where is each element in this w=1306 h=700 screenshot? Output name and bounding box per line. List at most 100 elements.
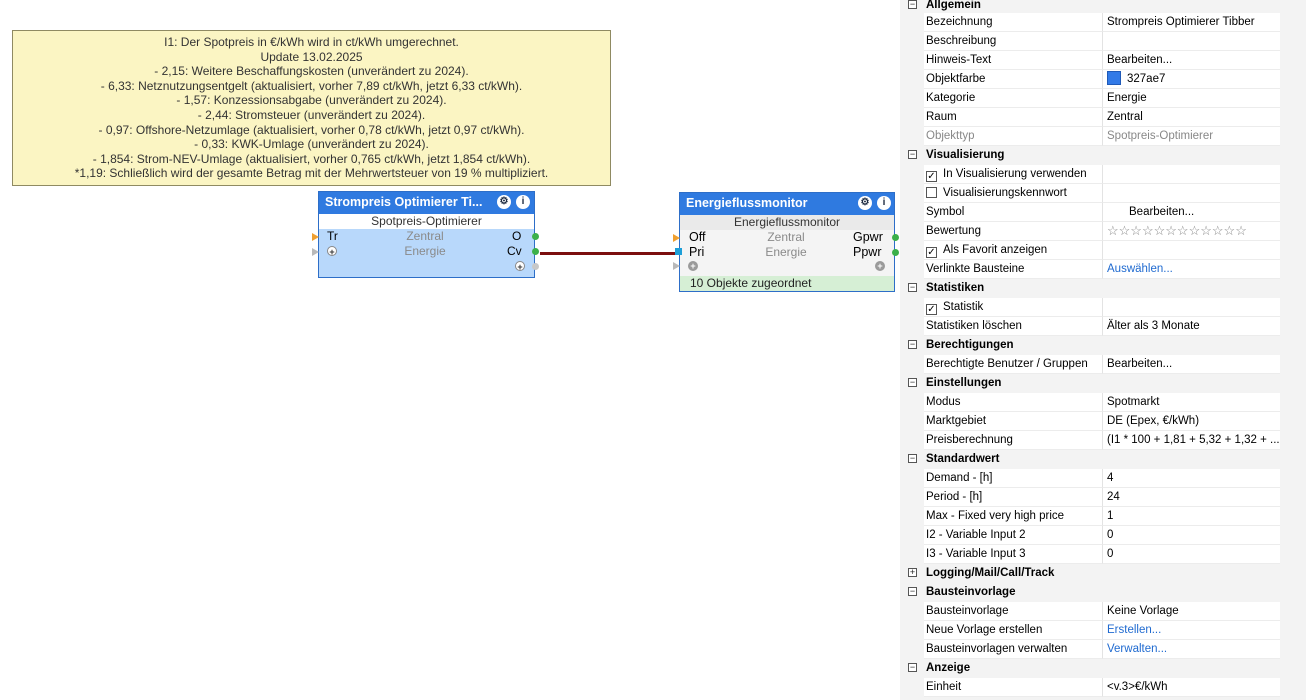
info-icon[interactable]: i — [877, 196, 891, 210]
prop-objektfarbe[interactable]: Objektfarbe 327ae7 — [900, 70, 1280, 89]
prop-value[interactable]: Bearbeiten... — [1102, 355, 1280, 374]
prop-demand[interactable]: Demand - [h] 4 — [900, 469, 1280, 488]
prop-value[interactable]: 4 — [1102, 469, 1280, 488]
comment-note[interactable]: I1: Der Spotpreis in €/kWh wird in ct/kW… — [12, 30, 611, 186]
add-output-icon[interactable]: + — [515, 261, 525, 272]
prop-value[interactable]: DE (Epex, €/kWh) — [1102, 412, 1280, 431]
collapse-icon[interactable]: − — [908, 663, 917, 672]
prop-marktgebiet[interactable]: Marktgebiet DE (Epex, €/kWh) — [900, 412, 1280, 431]
block-header[interactable]: Energieflussmonitor ⚙ i — [680, 193, 894, 215]
info-icon[interactable]: i — [516, 195, 530, 209]
add-output-icon[interactable]: + — [875, 261, 885, 271]
prop-value[interactable]: <v.3>€/kWh — [1102, 678, 1280, 697]
prop-value[interactable]: Keine Vorlage — [1102, 602, 1280, 621]
output-connector-gpwr[interactable] — [892, 234, 899, 241]
prop-raum[interactable]: Raum Zentral — [900, 108, 1280, 127]
prop-beschreibung[interactable]: Beschreibung — [900, 32, 1280, 51]
prop-verlinkte-bausteine[interactable]: Verlinkte Bausteine Auswählen... — [900, 260, 1280, 279]
checkbox-checked[interactable]: ✓ — [926, 247, 937, 258]
collapse-icon[interactable]: − — [908, 454, 917, 463]
rating-stars[interactable]: ☆☆☆☆☆☆☆☆☆☆☆☆ — [1102, 222, 1280, 241]
prop-value[interactable]: 1 — [1102, 507, 1280, 526]
output-connector-o[interactable] — [532, 233, 539, 240]
prop-favorit[interactable]: ✓ Als Favorit anzeigen — [900, 241, 1280, 260]
prop-value[interactable]: Bearbeiten... — [1102, 203, 1280, 222]
prop-statistik[interactable]: ✓ Statistik — [900, 298, 1280, 317]
prop-value[interactable]: Zentral — [1102, 108, 1280, 127]
prop-preisberechnung[interactable]: Preisberechnung (I1 * 100 + 1,81 + 5,32 … — [900, 431, 1280, 450]
output-port-cv[interactable]: Cv — [507, 244, 522, 259]
prop-value[interactable]: 327ae7 — [1102, 70, 1280, 89]
collapse-icon[interactable]: − — [908, 283, 917, 292]
gear-icon[interactable]: ⚙ — [858, 196, 872, 210]
collapse-icon[interactable]: − — [908, 0, 917, 9]
prop-max-fixed[interactable]: Max - Fixed very high price 1 — [900, 507, 1280, 526]
prop-value[interactable]: Strompreis Optimierer Tibber — [1102, 13, 1280, 32]
prop-value[interactable]: Energie — [1102, 89, 1280, 108]
color-swatch[interactable] — [1107, 71, 1121, 85]
output-port-ppwr[interactable]: Ppwr — [853, 245, 881, 260]
output-connector-empty[interactable] — [532, 263, 539, 270]
collapse-icon[interactable]: − — [908, 378, 917, 387]
prop-symbol[interactable]: Symbol Bearbeiten... — [900, 203, 1280, 222]
checkbox-unchecked[interactable] — [926, 187, 937, 198]
assigned-objects-footer[interactable]: 10 Objekte zugeordnet — [680, 276, 894, 291]
input-connector-pri[interactable] — [675, 248, 682, 255]
section-bausteinvorlage[interactable]: − Bausteinvorlage — [900, 583, 1280, 602]
properties-panel[interactable]: − Allgemein Bezeichnung Strompreis Optim… — [900, 0, 1306, 700]
prop-modus[interactable]: Modus Spotmarkt — [900, 393, 1280, 412]
section-visualisierung[interactable]: − Visualisierung — [900, 146, 1280, 165]
prop-hinweis-text[interactable]: Hinweis-Text Bearbeiten... — [900, 51, 1280, 70]
section-logging[interactable]: + Logging/Mail/Call/Track — [900, 564, 1280, 583]
prop-i2[interactable]: I2 - Variable Input 2 0 — [900, 526, 1280, 545]
prop-kategorie[interactable]: Kategorie Energie — [900, 89, 1280, 108]
prop-value[interactable]: 0 — [1102, 545, 1280, 564]
input-port-tr[interactable]: Tr — [327, 229, 338, 244]
section-einstellungen[interactable]: − Einstellungen — [900, 374, 1280, 393]
manage-link[interactable]: Verwalten... — [1102, 640, 1280, 659]
prop-statistiken-loeschen[interactable]: Statistiken löschen Älter als 3 Monate — [900, 317, 1280, 336]
input-port-pri[interactable]: Pri — [689, 245, 704, 260]
prop-value[interactable]: 24 — [1102, 488, 1280, 507]
prop-bezeichnung[interactable]: Bezeichnung Strompreis Optimierer Tibber — [900, 13, 1280, 32]
collapse-icon[interactable]: − — [908, 150, 917, 159]
prop-in-visualisierung[interactable]: ✓ In Visualisierung verwenden — [900, 165, 1280, 184]
prop-i3[interactable]: I3 - Variable Input 3 0 — [900, 545, 1280, 564]
prop-value[interactable]: Spotmarkt — [1102, 393, 1280, 412]
prop-value[interactable]: Bearbeiten... — [1102, 51, 1280, 70]
expand-icon[interactable]: + — [908, 568, 917, 577]
collapse-icon[interactable]: − — [908, 587, 917, 596]
section-berechtigungen[interactable]: − Berechtigungen — [900, 336, 1280, 355]
output-port-gpwr[interactable]: Gpwr — [853, 230, 883, 245]
section-anzeige[interactable]: − Anzeige — [900, 659, 1280, 678]
prop-vorlagen-verwalten[interactable]: Bausteinvorlagen verwalten Verwalten... — [900, 640, 1280, 659]
prop-value[interactable]: Älter als 3 Monate — [1102, 317, 1280, 336]
section-statistiken[interactable]: − Statistiken — [900, 279, 1280, 298]
output-connector-cv[interactable] — [532, 248, 539, 255]
collapse-icon[interactable]: − — [908, 340, 917, 349]
prop-berechtigte-benutzer[interactable]: Berechtigte Benutzer / Gruppen Bearbeite… — [900, 355, 1280, 374]
prop-value[interactable]: (I1 * 100 + 1,81 + 5,32 + 1,32 + ... — [1102, 431, 1280, 450]
prop-value[interactable] — [1102, 32, 1280, 51]
prop-period[interactable]: Period - [h] 24 — [900, 488, 1280, 507]
prop-neue-vorlage[interactable]: Neue Vorlage erstellen Erstellen... — [900, 621, 1280, 640]
logic-canvas[interactable]: I1: Der Spotpreis in €/kWh wird in ct/kW… — [0, 0, 899, 700]
add-input-icon[interactable]: + — [327, 246, 337, 257]
section-standardwert[interactable]: − Standardwert — [900, 450, 1280, 469]
prop-einheit[interactable]: Einheit <v.3>€/kWh — [900, 678, 1280, 697]
prop-bausteinvorlage[interactable]: Bausteinvorlage Keine Vorlage — [900, 602, 1280, 621]
connection-wire[interactable] — [540, 252, 676, 255]
select-link[interactable]: Auswählen... — [1102, 260, 1280, 279]
block-energieflussmonitor[interactable]: Energieflussmonitor ⚙ i Energieflussmoni… — [673, 192, 899, 292]
block-strompreis-optimierer[interactable]: Strompreis Optimierer Ti... ⚙ i Spotprei… — [312, 191, 539, 278]
output-connector-ppwr[interactable] — [892, 249, 899, 256]
checkbox-checked[interactable]: ✓ — [926, 304, 937, 315]
create-link[interactable]: Erstellen... — [1102, 621, 1280, 640]
gear-icon[interactable]: ⚙ — [497, 195, 511, 209]
output-port-o[interactable]: O — [512, 229, 521, 244]
block-header[interactable]: Strompreis Optimierer Ti... ⚙ i — [319, 192, 534, 214]
add-input-icon[interactable]: + — [688, 261, 698, 271]
prop-visualisierungskennwort[interactable]: Visualisierungskennwort — [900, 184, 1280, 203]
input-port-off[interactable]: Off — [689, 230, 705, 245]
prop-value[interactable]: 0 — [1102, 526, 1280, 545]
